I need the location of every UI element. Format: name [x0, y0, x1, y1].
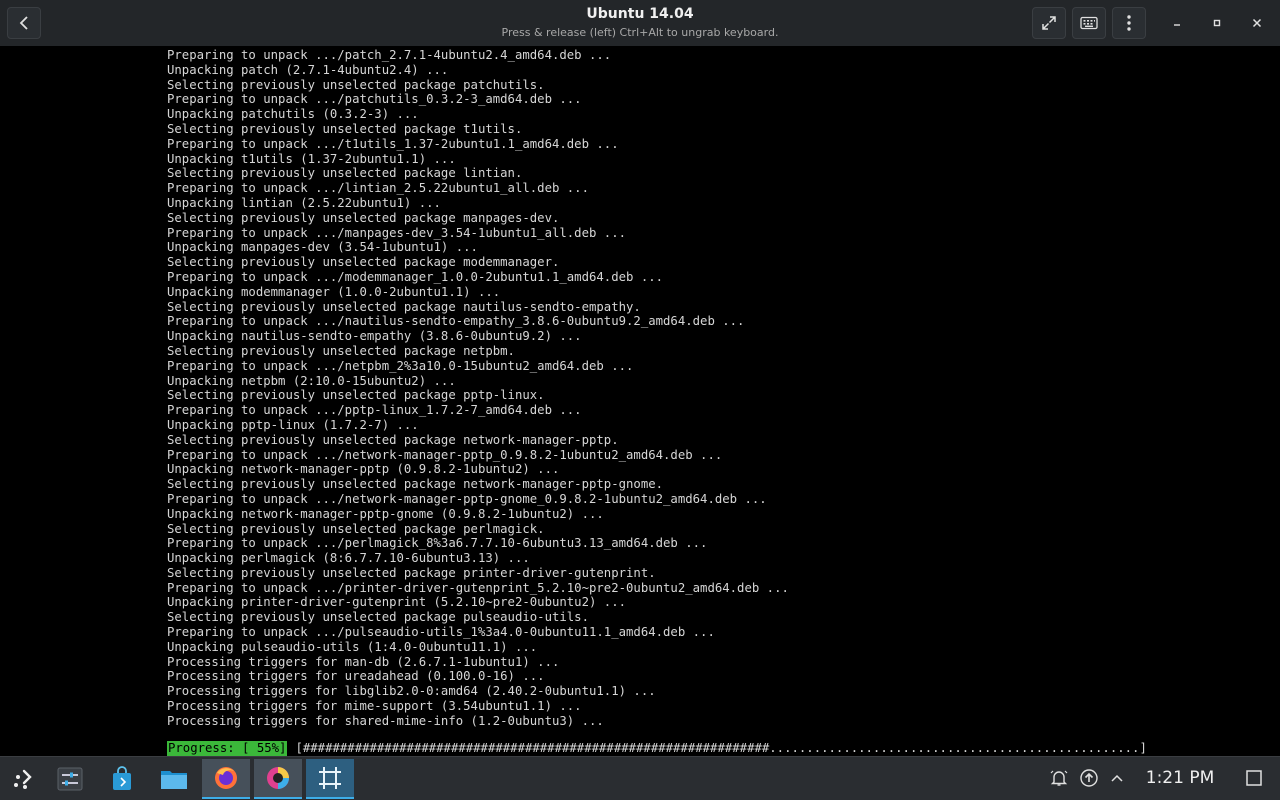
window-subtitle: Press & release (left) Ctrl+Alt to ungra… [501, 26, 779, 39]
minimize-button[interactable] [1161, 7, 1193, 39]
terminal-line: Unpacking patchutils (0.3.2-3) ... [167, 107, 419, 122]
terminal-line: Selecting previously unselected package … [167, 521, 545, 536]
taskbar-file-manager[interactable] [150, 759, 198, 799]
terminal-line: Selecting previously unselected package … [167, 477, 664, 492]
terminal-line: Unpacking patch (2.7.1-4ubuntu2.4) ... [167, 62, 449, 77]
settings-icon [57, 767, 83, 791]
terminal-line: Preparing to unpack .../modemmanager_1.0… [167, 269, 664, 284]
terminal-line: Preparing to unpack .../perlmagick_8%3a6… [167, 536, 708, 551]
clock[interactable]: 1:21 PM [1138, 768, 1222, 788]
terminal-line: Selecting previously unselected package … [167, 610, 589, 625]
file-manager-icon [161, 771, 187, 789]
kebab-menu-icon [1127, 15, 1131, 31]
terminal-line: Selecting previously unselected package … [167, 255, 560, 270]
terminal-line: Unpacking printer-driver-gutenprint (5.2… [167, 595, 627, 610]
application-launcher-button[interactable] [0, 759, 48, 799]
terminal-line: Preparing to unpack .../network-manager-… [167, 447, 723, 462]
terminal-line: Unpacking netpbm (2:10.0-15ubuntu2) ... [167, 373, 456, 388]
maximize-icon [1213, 19, 1221, 27]
close-button[interactable] [1241, 7, 1273, 39]
terminal-screen[interactable]: Preparing to unpack .../patch_2.7.1-4ubu… [0, 46, 1280, 756]
terminal-line: Preparing to unpack .../patch_2.7.1-4ubu… [167, 48, 612, 62]
terminal-line: Unpacking lintian (2.5.22ubuntu1) ... [167, 195, 441, 210]
updates-tray[interactable] [1078, 767, 1100, 789]
bell-icon [1050, 770, 1068, 786]
terminal-line: Selecting previously unselected package … [167, 388, 545, 403]
taskbar-color-app[interactable] [254, 759, 302, 799]
terminal-line: Selecting previously unselected package … [167, 166, 523, 181]
taskbar-firefox[interactable] [202, 759, 250, 799]
tray-expand-button[interactable] [1106, 767, 1128, 789]
terminal-line: Preparing to unpack .../nautilus-sendto-… [167, 314, 745, 329]
terminal-line: Preparing to unpack .../pptp-linux_1.7.2… [167, 403, 582, 418]
expand-icon [1042, 16, 1056, 30]
progress-bar: [#######################################… [295, 741, 1147, 755]
terminal-line: Preparing to unpack .../printer-driver-g… [167, 580, 789, 595]
terminal-line: Selecting previously unselected package … [167, 432, 619, 447]
terminal-line: Selecting previously unselected package … [167, 343, 515, 358]
software-store-icon [113, 766, 131, 790]
terminal-line: Processing triggers for libglib2.0-0:amd… [167, 684, 656, 699]
terminal-line: Preparing to unpack .../netpbm_2%3a10.0-… [167, 358, 634, 373]
terminal-line: Preparing to unpack .../pulseaudio-utils… [167, 625, 715, 640]
show-desktop-button[interactable] [1243, 767, 1265, 789]
minimize-icon [1174, 24, 1180, 26]
progress-label: Progress: [ 55%] [167, 741, 288, 756]
virtual-machine-icon [319, 767, 341, 789]
close-icon [1252, 18, 1262, 28]
keyboard-button[interactable] [1072, 7, 1106, 39]
update-icon [1080, 769, 1098, 787]
terminal-output: Preparing to unpack .../patch_2.7.1-4ubu… [167, 48, 789, 729]
terminal-line: Unpacking network-manager-pptp (0.9.8.2-… [167, 462, 560, 477]
terminal-line: Selecting previously unselected package … [167, 210, 560, 225]
show-desktop-icon [1246, 770, 1262, 786]
window-titlebar: Ubuntu 14.04 Press & release (left) Ctrl… [0, 0, 1280, 46]
terminal-line: Processing triggers for mime-support (3.… [167, 699, 582, 714]
terminal-line: Preparing to unpack .../patchutils_0.3.2… [167, 92, 582, 107]
terminal-line: Unpacking network-manager-pptp-gnome (0.… [167, 506, 604, 521]
terminal-line: Preparing to unpack .../t1utils_1.37-2ub… [167, 136, 619, 151]
keyboard-icon [1080, 16, 1098, 30]
fullscreen-button[interactable] [1032, 7, 1066, 39]
back-button[interactable] [7, 7, 41, 39]
terminal-line: Processing triggers for man-db (2.6.7.1-… [167, 654, 560, 669]
terminal-line: Unpacking pulseaudio-utils (1:4.0-0ubunt… [167, 639, 538, 654]
terminal-line: Unpacking perlmagick (8:6.7.7.10-6ubuntu… [167, 551, 530, 566]
terminal-line: Processing triggers for ureadahead (0.10… [167, 669, 545, 684]
taskbar-virtual-machine[interactable] [306, 759, 354, 799]
window-title: Ubuntu 14.04 [586, 6, 694, 22]
terminal-line: Unpacking t1utils (1.37-2ubuntu1.1) ... [167, 151, 456, 166]
terminal-line: Preparing to unpack .../network-manager-… [167, 491, 767, 506]
taskbar-software-store[interactable] [98, 759, 146, 799]
terminal-line: Unpacking manpages-dev (3.54-1ubuntu1) .… [167, 240, 478, 255]
notifications-tray[interactable] [1048, 767, 1070, 789]
terminal-line: Selecting previously unselected package … [167, 565, 656, 580]
terminal-line: Preparing to unpack .../lintian_2.5.22ub… [167, 181, 589, 196]
progress-row: Progress: [ 55%] [######################… [167, 741, 1147, 756]
terminal-line: Selecting previously unselected package … [167, 299, 641, 314]
firefox-icon [215, 767, 237, 789]
terminal-line: Unpacking pptp-linux (1.7.2-7) ... [167, 417, 419, 432]
terminal-line: Unpacking nautilus-sendto-empathy (3.8.6… [167, 329, 582, 344]
terminal-line: Selecting previously unselected package … [167, 121, 523, 136]
terminal-line: Selecting previously unselected package … [167, 77, 545, 92]
terminal-line: Unpacking modemmanager (1.0.0-2ubuntu1.1… [167, 284, 501, 299]
application-launcher-icon [14, 769, 32, 789]
taskbar: 1:21 PM [0, 756, 1280, 800]
terminal-line: Preparing to unpack .../manpages-dev_3.5… [167, 225, 627, 240]
terminal-line: Processing triggers for shared-mime-info… [167, 713, 604, 728]
color-app-icon [267, 767, 289, 789]
chevron-left-icon [19, 16, 28, 30]
chevron-up-icon [1111, 774, 1123, 782]
taskbar-settings[interactable] [46, 759, 94, 799]
menu-button[interactable] [1112, 7, 1146, 39]
maximize-button[interactable] [1201, 7, 1233, 39]
